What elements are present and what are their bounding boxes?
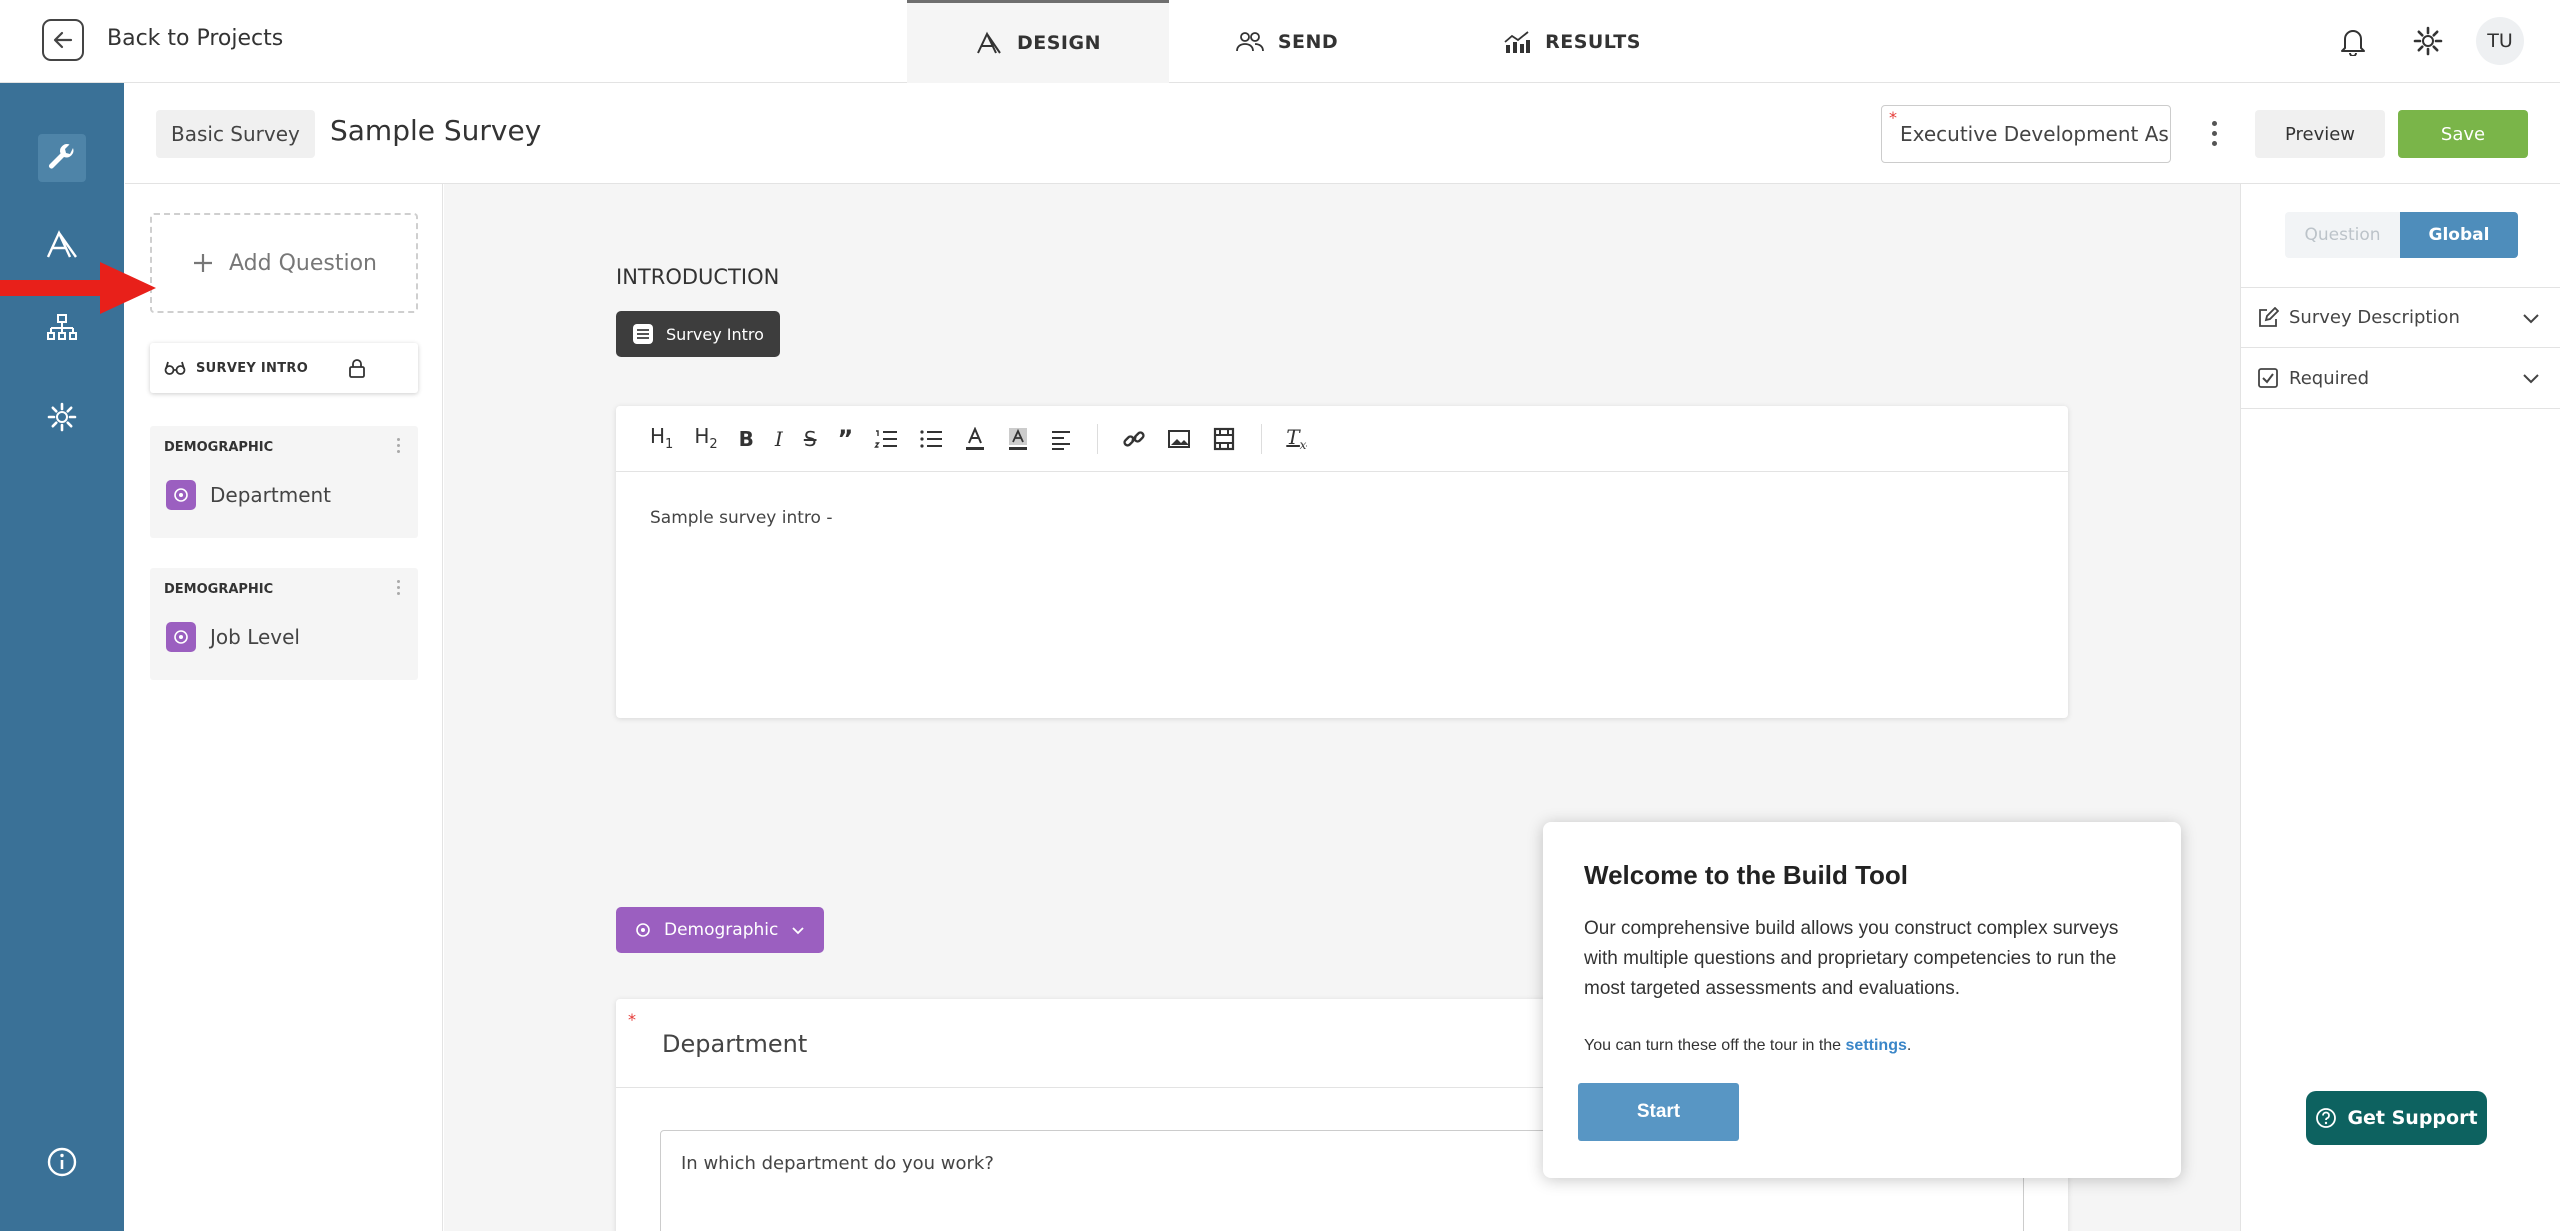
gear-icon xyxy=(2413,26,2443,56)
help-icon xyxy=(2316,1108,2337,1128)
tour-note-text: You can turn these off the tour in the xyxy=(1584,1037,1846,1054)
survey-intro-label: SURVEY INTRO xyxy=(196,360,309,376)
tab-results[interactable]: RESULTS xyxy=(1492,0,1652,83)
tab-results-label: RESULTS xyxy=(1545,30,1641,53)
survey-title: Sample Survey xyxy=(330,114,542,147)
wrench-icon xyxy=(48,144,74,169)
question-menu-icon[interactable] xyxy=(397,580,400,595)
tab-design-label: DESIGN xyxy=(1016,32,1101,54)
tab-send-label: SEND xyxy=(1277,30,1339,53)
list-item-question[interactable]: DEMOGRAPHIC Department xyxy=(150,426,418,538)
glasses-icon xyxy=(164,361,186,375)
add-question-button[interactable]: Add Question xyxy=(150,213,418,313)
question-type-label: DEMOGRAPHIC xyxy=(164,440,274,455)
chevron-down-icon xyxy=(2523,313,2539,323)
info-icon xyxy=(47,1147,77,1177)
tab-question[interactable]: Question xyxy=(2285,212,2400,258)
align-icon[interactable] xyxy=(1050,428,1072,450)
tour-title: Welcome to the Build Tool xyxy=(1584,860,1909,890)
question-list-panel xyxy=(125,184,443,1231)
tour-start-button[interactable]: Start xyxy=(1578,1083,1739,1141)
chevron-down-icon xyxy=(792,927,804,935)
list-item-question[interactable]: DEMOGRAPHIC Job Level xyxy=(150,568,418,680)
assessment-select[interactable]: Executive Development As xyxy=(1881,105,2171,163)
survey-description-row[interactable]: Survey Description xyxy=(2241,287,2560,348)
demographic-chip-label: Demographic xyxy=(664,920,779,940)
editor-toolbar: H1 H2 B I S ” Tx xyxy=(616,406,2068,472)
survey-description-label: Survey Description xyxy=(2289,307,2460,328)
survey-intro-chip-label: Survey Intro xyxy=(666,324,764,344)
text-block-icon xyxy=(633,324,653,344)
tab-design[interactable]: DESIGN xyxy=(907,0,1169,83)
heading1-button[interactable]: H1 xyxy=(650,426,673,451)
editor-content[interactable]: Sample survey intro - xyxy=(650,508,832,528)
question-title[interactable]: Department xyxy=(662,1030,807,1058)
tour-body: Our comprehensive build allows you const… xyxy=(1584,918,2119,999)
bold-button[interactable]: B xyxy=(739,429,754,449)
question-name: Department xyxy=(210,483,332,507)
back-button[interactable] xyxy=(42,19,84,61)
video-icon[interactable] xyxy=(1212,427,1236,451)
design-icon xyxy=(977,31,1001,54)
italic-button[interactable]: I xyxy=(775,429,783,449)
strikethrough-button[interactable]: S xyxy=(804,429,817,449)
quote-button[interactable]: ” xyxy=(838,427,854,451)
survey-type-chip: Basic Survey xyxy=(156,110,315,158)
demographic-icon xyxy=(636,923,650,937)
add-question-label: Add Question xyxy=(229,250,377,276)
text-color-icon[interactable] xyxy=(964,426,986,451)
ordered-list-icon[interactable] xyxy=(874,428,898,450)
more-options-button[interactable] xyxy=(2204,115,2224,151)
highlight-icon[interactable] xyxy=(1007,427,1029,451)
arrow-left-icon xyxy=(53,31,73,49)
rail-build-button[interactable] xyxy=(38,134,86,182)
required-label: Required xyxy=(2289,367,2370,389)
demographic-icon xyxy=(166,622,196,652)
save-button[interactable]: Save xyxy=(2398,110,2528,158)
back-to-projects-link[interactable]: Back to Projects xyxy=(107,26,283,51)
plus-icon xyxy=(194,254,212,272)
heading2-button[interactable]: H2 xyxy=(694,426,717,451)
results-chart-icon xyxy=(1504,30,1531,53)
required-row[interactable]: Required xyxy=(2241,348,2560,409)
edit-icon xyxy=(2259,306,2279,327)
settings-button[interactable] xyxy=(2407,20,2449,62)
section-heading: INTRODUCTION xyxy=(616,265,780,289)
demographic-type-dropdown[interactable]: Demographic xyxy=(616,907,825,953)
bell-icon xyxy=(2341,30,2365,56)
tour-note: You can turn these off the tour in the s… xyxy=(1584,1037,1911,1055)
link-icon[interactable] xyxy=(1122,427,1146,451)
required-marker: * xyxy=(628,1010,636,1029)
required-marker: * xyxy=(1889,108,1897,127)
bullet-list-icon[interactable] xyxy=(919,428,943,450)
rail-settings-button[interactable] xyxy=(38,393,86,441)
users-icon xyxy=(1235,31,1264,51)
checkbox-icon xyxy=(2258,368,2278,388)
question-name: Job Level xyxy=(210,625,300,649)
scope-toggle: Question Global xyxy=(2285,212,2518,258)
settings-link[interactable]: settings xyxy=(1846,1037,1907,1054)
notifications-button[interactable] xyxy=(2332,20,2374,62)
tab-global[interactable]: Global xyxy=(2400,212,2518,258)
tour-note-suffix: . xyxy=(1906,1037,1912,1054)
design-icon xyxy=(46,230,77,258)
survey-intro-chip: Survey Intro xyxy=(616,311,780,357)
tab-send[interactable]: SEND xyxy=(1212,0,1362,83)
get-support-label: Get Support xyxy=(2347,1107,2478,1129)
image-icon[interactable] xyxy=(1167,428,1191,450)
lock-icon xyxy=(349,359,365,378)
list-item-survey-intro[interactable]: SURVEY INTRO xyxy=(150,343,418,393)
preview-button[interactable]: Preview xyxy=(2255,110,2385,158)
rail-info-button[interactable] xyxy=(38,1138,86,1186)
get-support-button[interactable]: Get Support xyxy=(2306,1091,2487,1145)
question-menu-icon[interactable] xyxy=(397,438,400,453)
question-type-label: DEMOGRAPHIC xyxy=(164,582,274,597)
user-avatar[interactable]: TU xyxy=(2476,17,2524,65)
demographic-icon xyxy=(166,480,196,510)
gear-icon xyxy=(47,402,77,432)
clear-format-button[interactable]: Tx xyxy=(1286,427,1306,451)
chevron-down-icon xyxy=(2523,374,2539,384)
pointer-arrow-icon xyxy=(0,262,156,314)
